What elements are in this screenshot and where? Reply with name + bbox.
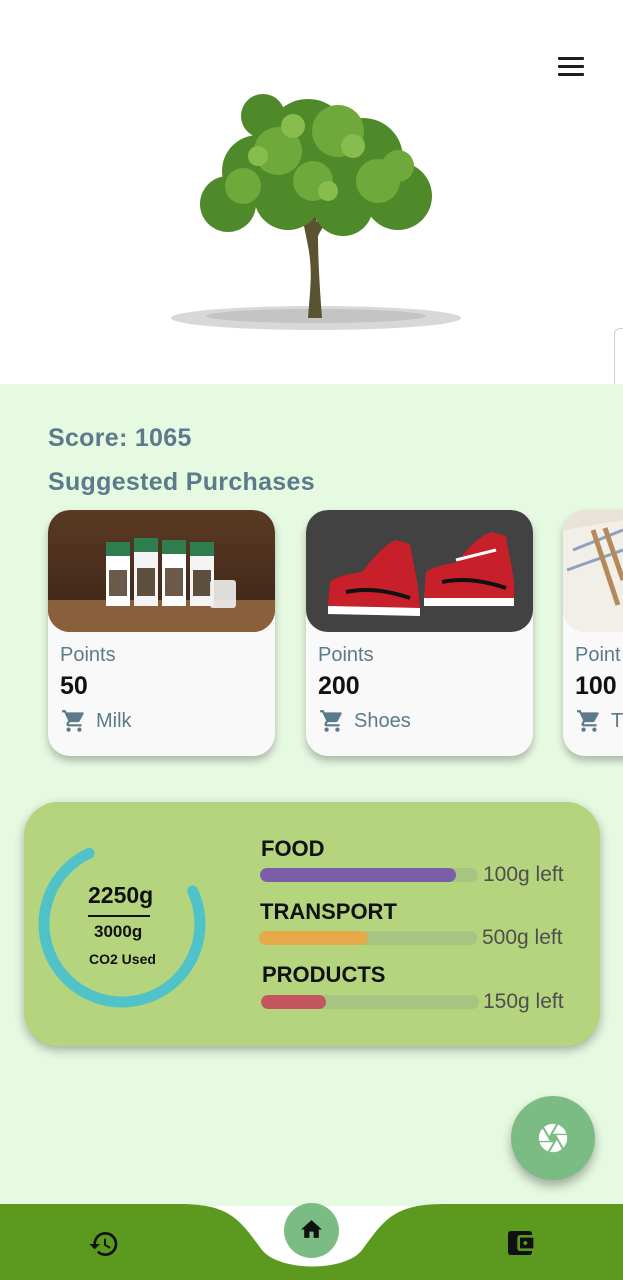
fraction-divider xyxy=(88,915,150,917)
suggested-purchases-title: Suggested Purchases xyxy=(48,468,315,496)
points-value: 50 xyxy=(60,672,88,700)
camera-button[interactable] xyxy=(511,1096,595,1180)
category-label-products: PRODUCTS xyxy=(262,962,386,987)
co2-used-value: 2250g xyxy=(88,882,154,908)
co2-budget-panel: 2250g 3000g CO2 Used FOOD 100g left TRAN… xyxy=(24,802,600,1046)
bottom-navigation xyxy=(0,1200,623,1280)
score-text: Score: 1065 xyxy=(48,424,192,452)
purchase-card-milk[interactable]: Points 50 Milk xyxy=(48,510,275,756)
products-progress-fill xyxy=(261,995,327,1009)
points-label: Point xyxy=(575,644,621,666)
menu-button[interactable] xyxy=(553,52,589,82)
co2-used-caption: CO2 Used xyxy=(89,951,156,967)
cart-icon xyxy=(577,710,599,732)
menu-icon xyxy=(558,57,584,60)
home-button[interactable] xyxy=(284,1203,339,1258)
category-label-food: FOOD xyxy=(261,836,325,861)
milk-image xyxy=(48,510,275,632)
item-image xyxy=(563,510,623,632)
item-name: Milk xyxy=(96,710,132,732)
camera-shutter-icon xyxy=(538,1123,568,1153)
cart-icon xyxy=(320,710,342,732)
header xyxy=(0,0,623,388)
food-remaining: 100g left xyxy=(483,863,564,886)
history-icon[interactable] xyxy=(88,1228,120,1260)
home-icon xyxy=(301,1220,322,1238)
purchase-card-third[interactable]: Point 100 T xyxy=(563,510,623,756)
products-progress-bar xyxy=(261,995,479,1009)
food-progress-fill xyxy=(260,868,457,882)
item-name: Shoes xyxy=(354,710,411,732)
side-drawer-handle[interactable] xyxy=(614,328,623,388)
points-value: 100 xyxy=(575,672,617,700)
cart-icon xyxy=(62,710,84,732)
transport-progress-fill xyxy=(259,931,368,945)
shoes-image xyxy=(306,510,533,632)
products-remaining: 150g left xyxy=(483,990,564,1013)
item-name: T xyxy=(611,710,623,732)
co2-total-value: 3000g xyxy=(94,922,143,941)
main-content: Score: 1065 Suggested Purchases Points 5… xyxy=(0,384,623,1206)
food-progress-bar xyxy=(260,868,478,882)
wallet-icon[interactable] xyxy=(504,1227,536,1259)
transport-progress-bar xyxy=(259,931,477,945)
category-label-transport: TRANSPORT xyxy=(260,899,397,924)
purchase-card-shoes[interactable]: Points 200 Shoes xyxy=(306,510,533,756)
points-value: 200 xyxy=(318,672,360,700)
transport-remaining: 500g left xyxy=(482,926,563,949)
suggested-purchases-list[interactable]: Points 50 Milk Points 200 Shoes Point 10… xyxy=(48,510,623,760)
tree-illustration xyxy=(171,94,461,330)
points-label: Points xyxy=(60,644,116,666)
points-label: Points xyxy=(318,644,374,666)
